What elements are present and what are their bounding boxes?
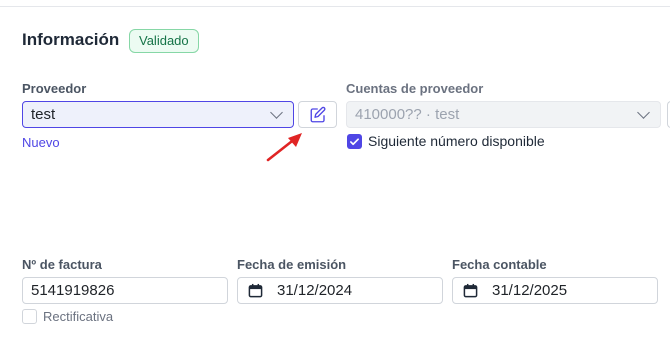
siguiente-numero-checkbox[interactable] — [347, 133, 362, 149]
calendar-icon — [463, 283, 478, 298]
section-title: Información — [22, 30, 120, 49]
siguiente-numero-option[interactable]: Siguiente número disponible — [347, 133, 545, 149]
edit-pencil-icon — [310, 106, 325, 122]
cuentas-select-value: 410000?? · test — [355, 106, 460, 123]
nuevo-proveedor-link[interactable]: Nuevo — [22, 135, 60, 150]
status-badge: Validado — [129, 29, 199, 53]
numero-factura-value: 5141919826 — [31, 282, 115, 299]
numero-factura-label: Nº de factura — [22, 257, 102, 272]
edit-proveedor-button[interactable] — [298, 101, 337, 128]
cuentas-proveedor-label: Cuentas de proveedor — [346, 81, 484, 96]
fecha-emision-value: 31/12/2024 — [277, 282, 353, 299]
proveedor-select[interactable]: test — [22, 101, 294, 128]
numero-factura-input[interactable]: 5141919826 — [22, 277, 228, 304]
red-arrow-annotation — [266, 133, 302, 162]
chevron-down-icon — [270, 106, 283, 119]
rectificativa-checkbox[interactable] — [22, 309, 37, 324]
fecha-contable-value: 31/12/2025 — [492, 282, 568, 299]
rectificativa-option[interactable]: Rectificativa — [22, 309, 113, 324]
fecha-emision-label: Fecha de emisión — [237, 257, 347, 272]
fecha-contable-label: Fecha contable — [452, 257, 547, 272]
cuentas-proveedor-select[interactable]: 410000?? · test — [346, 101, 661, 128]
rectificativa-label: Rectificativa — [43, 309, 114, 324]
fecha-emision-input[interactable]: 31/12/2024 — [237, 277, 443, 304]
siguiente-numero-label: Siguiente número disponible — [368, 133, 545, 149]
fecha-contable-input[interactable]: 31/12/2025 — [452, 277, 658, 304]
proveedor-label: Proveedor — [22, 81, 87, 96]
check-icon — [350, 137, 359, 145]
proveedor-select-value: test — [31, 106, 56, 123]
top-divider — [0, 6, 670, 7]
chevron-down-icon — [637, 106, 650, 119]
calendar-icon — [248, 283, 263, 298]
